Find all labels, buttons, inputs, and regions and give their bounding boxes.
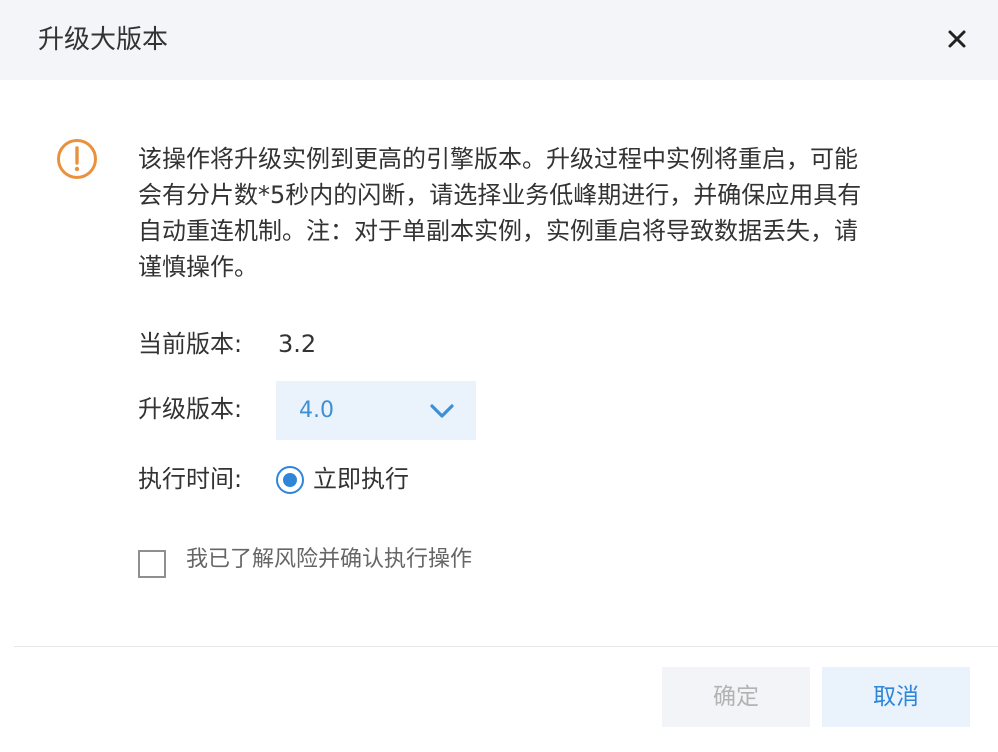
confirm-button[interactable]: 确定 xyxy=(662,667,810,727)
close-button[interactable] xyxy=(942,24,972,54)
close-icon xyxy=(948,30,966,48)
acknowledge-risk-checkbox[interactable] xyxy=(138,550,166,578)
chevron-down-icon xyxy=(430,404,454,418)
dialog-header: 升级大版本 xyxy=(0,0,998,80)
footer-divider xyxy=(14,646,998,647)
radio-selected-dot xyxy=(283,473,297,487)
exec-time-label: 执行时间: xyxy=(138,465,243,493)
acknowledge-risk-label[interactable]: 我已了解风险并确认执行操作 xyxy=(186,543,472,577)
upgrade-version-label: 升级版本: xyxy=(138,395,243,423)
exclamation-circle-icon xyxy=(57,139,97,179)
upgrade-version-value: 4.0 xyxy=(299,398,334,423)
current-version-label: 当前版本: xyxy=(138,330,243,358)
cancel-button[interactable]: 取消 xyxy=(822,667,970,727)
current-version-value: 3.2 xyxy=(278,330,317,358)
upgrade-version-select[interactable]: 4.0 xyxy=(276,381,476,440)
exec-time-immediate-radio[interactable] xyxy=(276,466,304,494)
warning-message: 该操作将升级实例到更高的引擎版本。升级过程中实例将重启，可能 会有分片数*5秒内… xyxy=(138,145,862,281)
upgrade-major-version-dialog: 升级大版本 该操作将升级实例到更高的引擎版本。升级过程中实例将重启，可能 会有分… xyxy=(0,0,998,752)
dialog-title: 升级大版本 xyxy=(38,25,169,55)
exec-time-immediate-label[interactable]: 立即执行 xyxy=(313,462,409,496)
